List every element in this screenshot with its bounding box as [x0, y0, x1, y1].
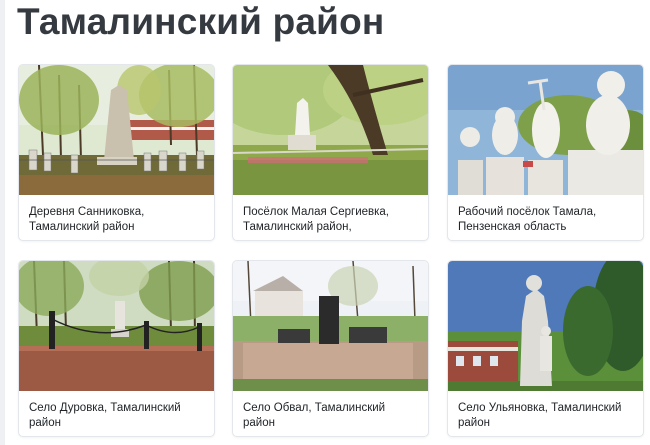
memorial-card[interactable]: Село Ульяновка, Тамалинский район	[447, 260, 644, 437]
memorial-card[interactable]: Село Дуровка, Тамалинский район	[18, 260, 215, 437]
memorial-caption: Рабочий посёлок Тамала, Пензенская облас…	[458, 206, 597, 233]
memorial-card[interactable]: Село Обвал, Тамалинский район	[232, 260, 429, 437]
left-edge	[0, 0, 5, 445]
memorial-photo[interactable]	[233, 261, 428, 391]
memorial-photo[interactable]	[448, 65, 643, 195]
memorial-caption: Село Ульяновка, Тамалинский район	[458, 402, 622, 429]
memorial-card[interactable]: Рабочий посёлок Тамала, Пензенская облас…	[447, 64, 644, 241]
memorial-photo[interactable]	[19, 261, 214, 391]
memorial-caption: Посёлок Малая Сергиевка, Тамалинский рай…	[243, 206, 389, 233]
memorial-caption: Село Дуровка, Тамалинский район	[29, 402, 181, 429]
memorial-photo[interactable]	[233, 65, 428, 195]
memorial-photo[interactable]	[448, 261, 643, 391]
page-title: Тамалинский район	[17, 1, 385, 42]
memorial-caption: Село Обвал, Тамалинский район	[243, 402, 386, 429]
memorial-card[interactable]: Посёлок Малая Сергиевка, Тамалинский рай…	[232, 64, 429, 241]
memorial-card[interactable]: Деревня Санниковка, Тамалинский район	[18, 64, 215, 241]
memorial-photo[interactable]	[19, 65, 214, 195]
memorial-caption: Деревня Санниковка, Тамалинский район	[29, 206, 145, 233]
